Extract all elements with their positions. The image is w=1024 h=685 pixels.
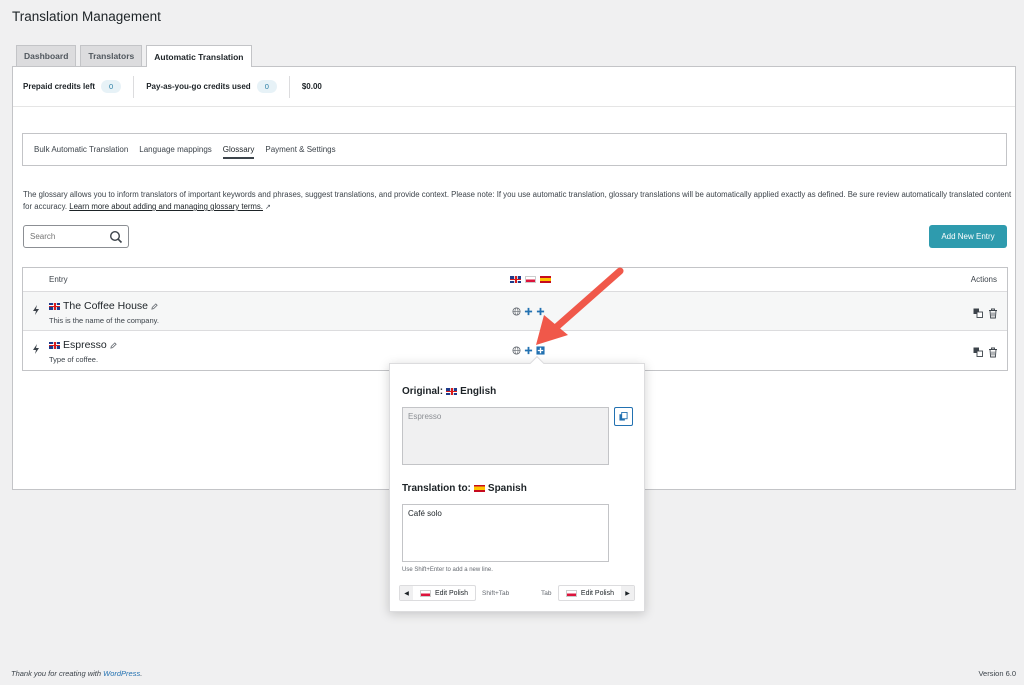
translation-heading: Translation to: Spanish [402,483,527,494]
prev-shortcut-hint: Shift+Tab [482,590,510,597]
credits-amount: $0.00 [301,82,322,91]
translate-icon[interactable] [973,347,983,357]
globe-icon[interactable] [512,307,521,316]
translation-popup: Original: English Translation to: Spanis… [389,355,645,612]
subtab-glossary[interactable]: Glossary [222,134,254,165]
table-row: The Coffee House This is the name of the… [23,292,1007,331]
translation-text-field[interactable] [402,504,609,562]
page-title: Translation Management [12,9,161,24]
search-input[interactable] [30,232,110,241]
subtab-payment-settings[interactable]: Payment & Settings [265,134,335,165]
trash-icon[interactable] [988,347,998,358]
subtab-bulk-automatic-translation[interactable]: Bulk Automatic Translation [34,134,128,165]
translate-icon[interactable] [973,308,983,318]
payg-credits-badge: 0 [256,80,277,93]
entry-title: Espresso [49,339,117,351]
prev-language-text: Edit Polish [435,589,469,597]
copy-original-button[interactable] [614,407,633,426]
entry-title: The Coffee House [49,300,158,312]
poland-flag-icon [565,589,577,597]
annotation-arrow-icon [536,267,624,345]
spain-flag-icon [473,485,485,492]
poland-flag-icon [420,589,431,597]
tab-dashboard[interactable]: Dashboard [16,45,77,66]
uk-flag-icon [49,302,60,310]
uk-flag-icon [510,276,521,283]
prev-language-button[interactable]: ◀ Edit Polish [399,585,477,601]
row-actions [973,347,998,358]
wordpress-link[interactable]: WordPress [103,669,140,678]
table-header: Entry Actions [23,268,1007,292]
pencil-icon[interactable] [110,341,117,349]
add-new-entry-button[interactable]: Add New Entry [929,225,1007,248]
shift-enter-hint: Use Shift+Enter to add a new line. [402,567,493,573]
next-language-label: Edit Polish [559,586,621,600]
next-language-button[interactable]: Edit Polish ▶ [557,585,635,601]
entry-description: Type of coffee. [49,355,99,364]
translation-language: Spanish [487,483,527,494]
credits-amount-wrap: $0.00 [302,76,334,98]
prepaid-credits-badge: 0 [101,80,122,93]
row-actions [973,308,998,319]
tab-automatic-translation[interactable]: Automatic Translation [146,45,252,67]
footer-version: Version 6.0 [978,669,1016,678]
footer-thanks: Thank you for creating with WordPress. [11,669,142,678]
tab-translators[interactable]: Translators [80,45,143,66]
subtab-language-mappings[interactable]: Language mappings [139,134,212,165]
search-box [23,225,129,248]
credits-bar: Prepaid credits left 0 Pay-as-you-go cre… [13,67,1015,107]
external-link-icon: ↗ [264,204,271,211]
chevron-left-icon: ◀ [400,586,413,600]
copy-icon [619,412,628,421]
uk-flag-icon [49,341,60,349]
main-tabs: Dashboard Translators Automatic Translat… [16,45,252,67]
sub-tabs: Bulk Automatic Translation Language mapp… [22,133,1007,166]
next-language-text: Edit Polish [580,589,614,597]
footer-thanks-prefix: Thank you for creating with [11,669,102,678]
entry-title-text: The Coffee House [63,300,149,312]
pencil-icon[interactable] [151,302,158,310]
prepaid-credits: Prepaid credits left 0 [23,75,135,98]
original-text-field[interactable] [402,407,609,465]
trash-icon[interactable] [988,308,998,319]
original-language: English [460,386,497,397]
footer-thanks-suffix: . [140,669,143,678]
column-entry: Entry [49,275,68,284]
original-heading: Original: English [402,386,496,397]
lightning-icon [33,344,39,354]
original-label: Original: [402,386,444,397]
next-shortcut-hint: Tab [541,590,552,597]
glossary-description: The glossary allows you to inform transl… [23,189,1013,214]
translation-label: Translation to: [402,483,471,494]
column-actions: Actions [970,275,997,284]
uk-flag-icon [446,388,458,395]
learn-more-link[interactable]: Learn more about adding and managing glo… [69,202,263,211]
entry-title-text: Espresso [63,339,107,351]
chevron-right-icon: ▶ [621,586,634,600]
glossary-table: Entry Actions The Coffee House This is t… [22,267,1008,371]
prev-language-label: Edit Polish [413,586,475,600]
search-icon[interactable] [109,230,123,244]
lightning-icon [33,305,39,315]
payg-credits-label: Pay-as-you-go credits used [146,82,251,91]
payg-credits: Pay-as-you-go credits used 0 [146,75,290,98]
prepaid-credits-label: Prepaid credits left [23,82,96,91]
entry-description: This is the name of the company. [49,316,159,325]
globe-icon[interactable] [512,346,521,355]
